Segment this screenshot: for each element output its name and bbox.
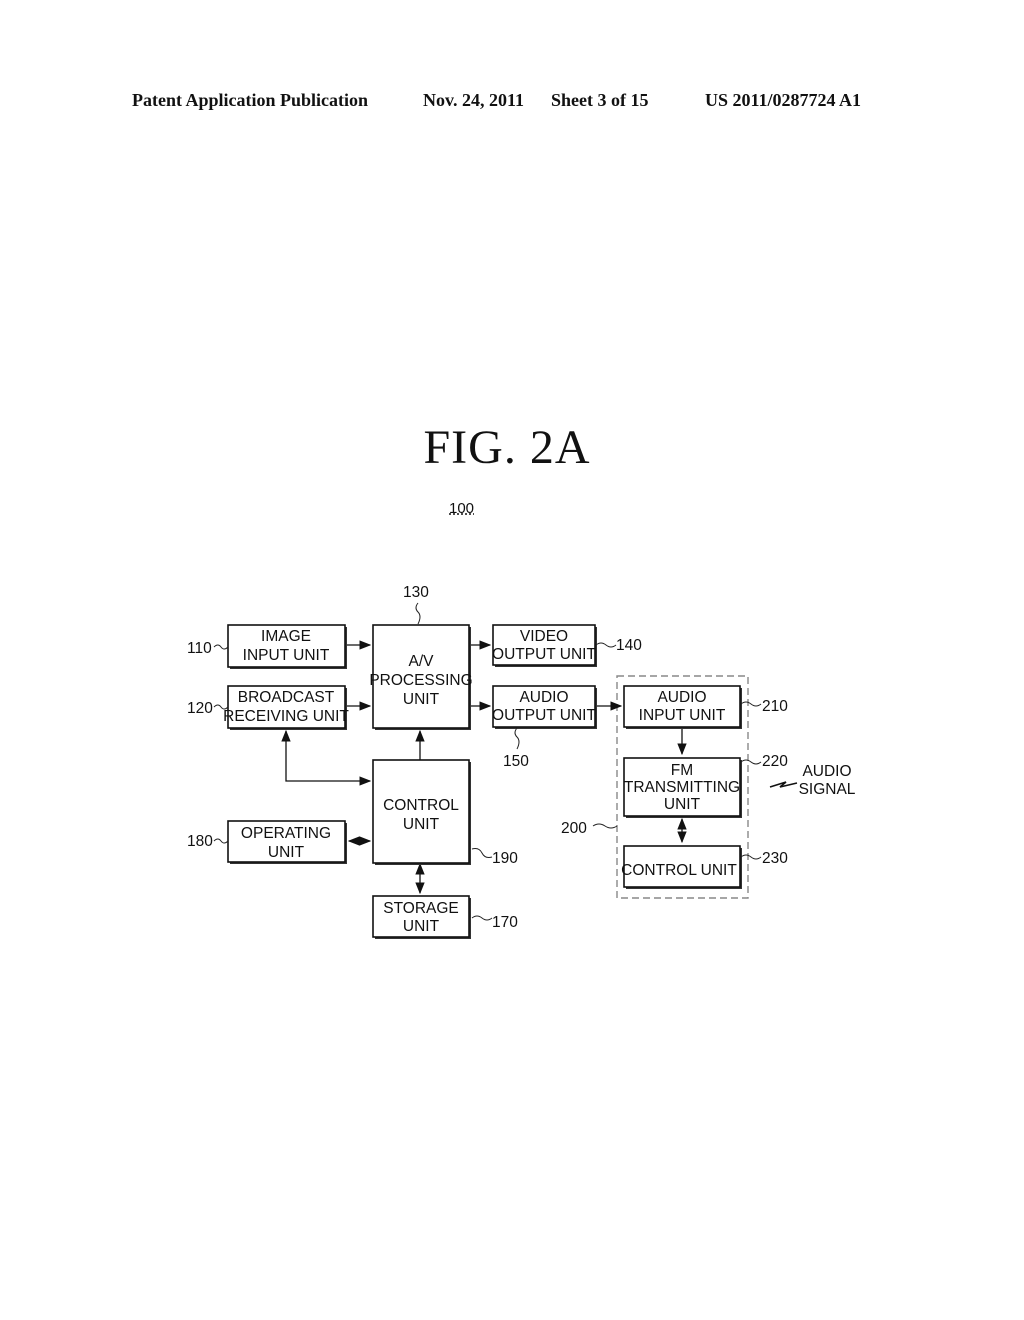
block-storage: STORAGE UNIT bbox=[372, 895, 471, 939]
block-label: UNIT bbox=[403, 918, 440, 935]
ref-130: 130 bbox=[403, 584, 429, 601]
block-control: CONTROL UNIT bbox=[372, 759, 471, 865]
block-video-output: VIDEO OUTPUT UNIT bbox=[492, 624, 597, 667]
audio-signal-label: AUDIO bbox=[802, 763, 851, 780]
ref-230: 230 bbox=[762, 850, 788, 867]
leader-220 bbox=[740, 759, 762, 765]
ref-110: 110 bbox=[187, 640, 212, 657]
block-label: INPUT UNIT bbox=[639, 707, 726, 724]
block-label: IMAGE bbox=[261, 628, 311, 645]
ref-200: 200 bbox=[561, 820, 587, 837]
ref-170: 170 bbox=[492, 914, 518, 931]
block-image-input: IMAGE INPUT UNIT bbox=[227, 624, 347, 669]
leader-190 bbox=[471, 848, 493, 858]
block-label: BROADCAST bbox=[238, 689, 335, 706]
leader-230 bbox=[740, 854, 762, 860]
block-label: RECEIVING UNIT bbox=[223, 708, 349, 725]
block-label: UNIT bbox=[403, 691, 440, 708]
ref-180: 180 bbox=[187, 833, 213, 850]
block-label: AUDIO bbox=[519, 689, 568, 706]
block-label: OPERATING bbox=[241, 825, 331, 842]
leader-130 bbox=[415, 602, 421, 625]
leader-140 bbox=[595, 642, 617, 648]
block-label: CONTROL UNIT bbox=[621, 862, 737, 879]
block-label: OUTPUT UNIT bbox=[492, 646, 596, 663]
block-label: AUDIO bbox=[657, 689, 706, 706]
block-fm-transmitting: FM TRANSMITTING UNIT bbox=[623, 757, 742, 818]
block-label: STORAGE bbox=[383, 900, 459, 917]
block-audio-input: AUDIO INPUT UNIT bbox=[623, 685, 742, 729]
block-label: A/V bbox=[409, 653, 435, 670]
block-control-200: CONTROL UNIT bbox=[621, 845, 742, 889]
block-broadcast-receiving: BROADCAST RECEIVING UNIT bbox=[223, 685, 349, 730]
leader-170 bbox=[471, 915, 493, 921]
block-operating: OPERATING UNIT bbox=[227, 820, 347, 864]
leader-120 bbox=[213, 704, 229, 710]
block-label: OUTPUT UNIT bbox=[492, 707, 596, 724]
block-label: VIDEO bbox=[520, 628, 568, 645]
leader-150 bbox=[514, 727, 520, 750]
block-audio-output: AUDIO OUTPUT UNIT bbox=[492, 685, 597, 729]
ref-120: 120 bbox=[187, 700, 213, 717]
leader-110 bbox=[213, 644, 229, 650]
ref-210: 210 bbox=[762, 698, 788, 715]
block-label: FM bbox=[671, 762, 693, 779]
ref-220: 220 bbox=[762, 753, 788, 770]
block-label: UNIT bbox=[664, 796, 701, 813]
arrow-control-broadcast bbox=[281, 729, 372, 786]
block-label: PROCESSING bbox=[369, 672, 472, 689]
leader-200 bbox=[592, 823, 618, 829]
block-diagram: IMAGE INPUT UNIT BROADCAST RECEIVING UNI… bbox=[187, 584, 856, 939]
block-label: UNIT bbox=[268, 844, 305, 861]
ref-140: 140 bbox=[616, 637, 642, 654]
audio-signal-label: SIGNAL bbox=[799, 781, 856, 798]
ref-150: 150 bbox=[503, 753, 529, 770]
ref-190: 190 bbox=[492, 850, 518, 867]
block-av-processing: A/V PROCESSING UNIT bbox=[369, 624, 473, 730]
block-label: UNIT bbox=[403, 816, 440, 833]
block-label: TRANSMITTING bbox=[624, 779, 740, 796]
leader-210 bbox=[740, 701, 762, 707]
wireless-signal-icon bbox=[769, 781, 798, 788]
leader-180 bbox=[213, 838, 229, 844]
block-label: INPUT UNIT bbox=[243, 647, 330, 664]
block-label: CONTROL bbox=[383, 797, 459, 814]
